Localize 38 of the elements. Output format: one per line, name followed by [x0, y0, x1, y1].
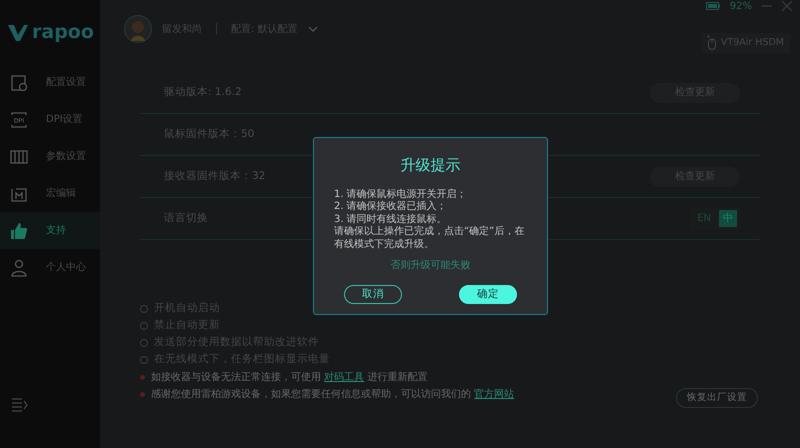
radio-circle[interactable] [140, 322, 148, 330]
note-link[interactable]: 官方网站 [474, 388, 514, 400]
sidebar-item[interactable]: 参数设置 [0, 138, 100, 175]
dialog-title: 升级提示 [400, 155, 460, 176]
radio-circle[interactable] [140, 356, 148, 364]
dialog-text: 3. 请同时有线连接鼠标。 [334, 214, 448, 226]
user-icon [10, 258, 28, 276]
gear-frame-icon [10, 74, 28, 92]
radio-circle[interactable] [140, 339, 148, 347]
note-text: 感谢您使用雷柏游戏设备，如果您需要任何信息或帮助，可以访问我们的 官方网站 [151, 388, 514, 402]
sidebar-item[interactable]: 配置设置 [0, 64, 100, 101]
menu-expand-icon [12, 398, 28, 412]
note-text: 如接收器与设备无法正常连接，可使用 对码工具 进行重新配置 [151, 370, 428, 384]
language-option[interactable]: 中 [719, 210, 737, 227]
battery-percent: 92% [730, 0, 752, 14]
warning-text: 否则升级可能失败 [390, 258, 470, 273]
battery-icon [706, 2, 720, 10]
dialog-text: 请确保以上操作已完成，点击“确定”后，在有线模式下完成升级。 [334, 226, 526, 251]
bullet-dot [140, 392, 145, 396]
close-icon[interactable] [782, 1, 792, 11]
factory-reset-button[interactable]: 恢复出厂设置 [676, 388, 758, 408]
confirm-button[interactable]: 确定 [459, 285, 517, 304]
radio-circle[interactable] [140, 305, 148, 313]
dialog-text: 2. 请确保接收器已插入； [334, 201, 448, 214]
cancel-button[interactable]: 取消 [344, 285, 402, 304]
thumbs-up-icon [10, 222, 28, 240]
sidebar-item[interactable]: 支持 [0, 212, 100, 249]
sidebar-item[interactable]: 宏编辑 [0, 175, 100, 212]
chevron-down-icon [308, 26, 318, 32]
bullet-dot [140, 374, 145, 380]
avatar-icon [124, 15, 152, 43]
logo-text: rapoo [32, 20, 94, 45]
dialog-text: 1. 请确保鼠标电源开关开启； [334, 188, 468, 200]
logo-v-icon [8, 23, 28, 41]
sliders-icon [10, 148, 28, 166]
note-link[interactable]: 对码工具 [324, 372, 364, 382]
mouse-icon [706, 36, 717, 50]
sidebar-item[interactable]: 个人中心 [0, 249, 100, 286]
